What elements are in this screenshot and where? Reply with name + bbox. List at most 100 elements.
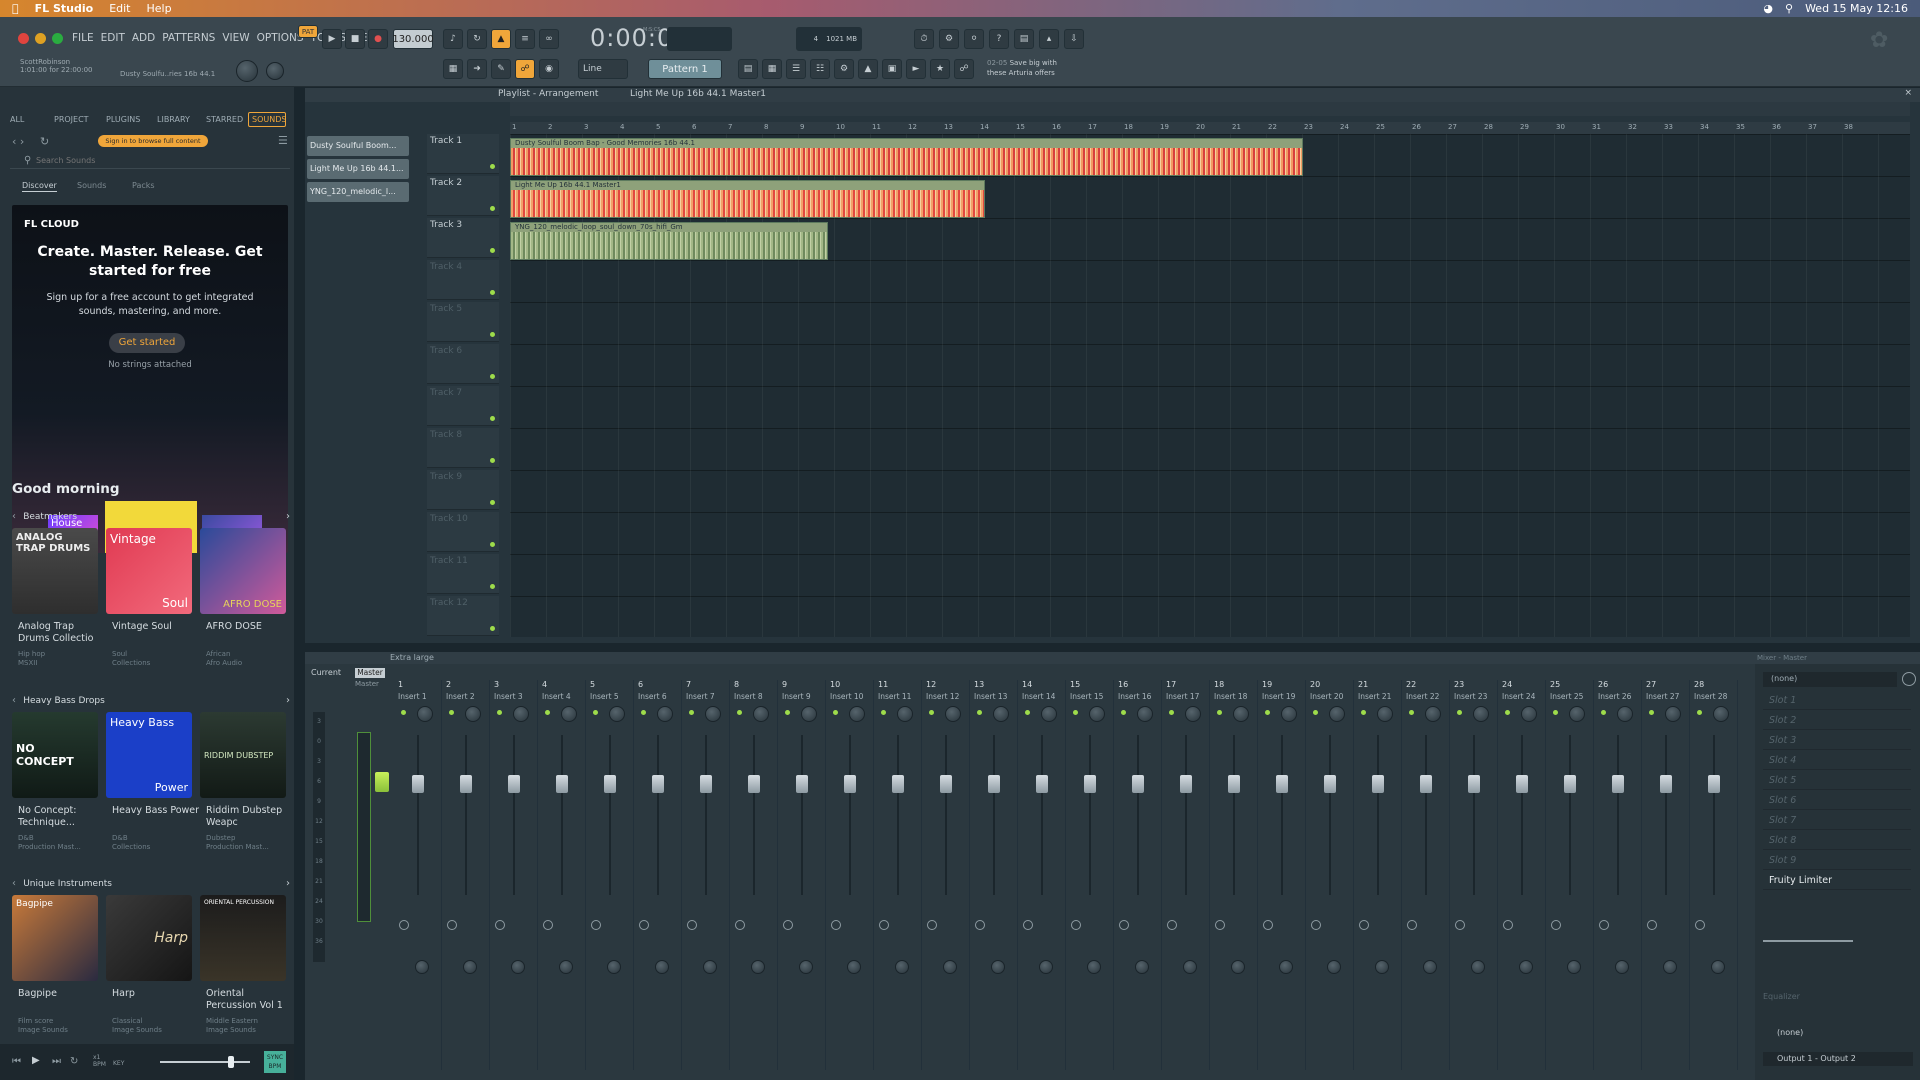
insert-enable-led[interactable] xyxy=(785,710,790,715)
track-header[interactable]: Track 10 xyxy=(427,512,499,552)
volume-fader[interactable] xyxy=(1276,775,1288,793)
stereo-knob[interactable] xyxy=(1663,960,1677,974)
wifi-icon[interactable]: ◕ xyxy=(1763,2,1773,15)
tab-sounds[interactable]: SOUNDS xyxy=(248,112,286,127)
route-icon[interactable] xyxy=(927,920,937,930)
tab-starred[interactable]: STARRED xyxy=(204,115,244,124)
mixer-insert-strip[interactable]: 28 Insert 28 xyxy=(1691,680,1738,1070)
section-header[interactable]: ‹ Beatmakers › xyxy=(12,511,290,522)
signin-banner[interactable]: Sign in to browse full content xyxy=(98,135,208,147)
previous-icon[interactable]: ⏮ xyxy=(12,1056,21,1067)
tab-plugins[interactable]: PLUGINS xyxy=(104,115,151,124)
mixer-view-mode[interactable]: Extra large xyxy=(390,653,434,662)
pan-knob[interactable] xyxy=(609,706,625,722)
bpm-multiplier[interactable]: x1 BPM xyxy=(93,1054,109,1068)
effect-slot[interactable]: Slot 4 xyxy=(1763,752,1911,770)
route-icon[interactable] xyxy=(1167,920,1177,930)
mixer-insert-strip[interactable]: 1 Insert 1 xyxy=(395,680,442,1070)
channel-rack-icon[interactable]: ▦ xyxy=(762,59,782,79)
effect-slot[interactable]: Slot 9 xyxy=(1763,852,1911,870)
insert-enable-led[interactable] xyxy=(1649,710,1654,715)
card-riddim-dubstep[interactable]: RIDDIM DUBSTEP xyxy=(200,712,286,798)
master-label[interactable]: Master xyxy=(355,668,385,678)
mixer-insert-strip[interactable]: 7 Insert 7 xyxy=(683,680,730,1070)
stereo-knob[interactable] xyxy=(607,960,621,974)
loop-icon[interactable]: ↻ xyxy=(70,1056,78,1067)
route-icon[interactable] xyxy=(735,920,745,930)
volume-fader[interactable] xyxy=(1516,775,1528,793)
volume-fader[interactable] xyxy=(1612,775,1624,793)
pan-knob[interactable] xyxy=(1665,706,1681,722)
volume-fader[interactable] xyxy=(1420,775,1432,793)
mixer-insert-strip[interactable]: 23 Insert 23 xyxy=(1451,680,1498,1070)
effect-slot[interactable]: Slot 1 xyxy=(1763,692,1911,710)
close-icon[interactable]: × xyxy=(1904,88,1912,98)
route-icon[interactable] xyxy=(1647,920,1657,930)
stereo-knob[interactable] xyxy=(1615,960,1629,974)
pan-knob[interactable] xyxy=(657,706,673,722)
app-menu[interactable]: FL Studio xyxy=(35,2,94,15)
mixer-insert-strip[interactable]: 16 Insert 16 xyxy=(1115,680,1162,1070)
pan-knob[interactable] xyxy=(1713,706,1729,722)
stereo-knob[interactable] xyxy=(1519,960,1533,974)
route-icon[interactable] xyxy=(1407,920,1417,930)
pan-knob[interactable] xyxy=(1137,706,1153,722)
back-forward-icon[interactable]: ‹ › xyxy=(12,135,24,148)
fruity-limiter-slot[interactable]: Fruity Limiter xyxy=(1763,872,1911,890)
insert-enable-led[interactable] xyxy=(449,710,454,715)
track-header[interactable]: Track 1 xyxy=(427,134,499,174)
stereo-knob[interactable] xyxy=(1423,960,1437,974)
volume-fader[interactable] xyxy=(700,775,712,793)
pan-knob[interactable] xyxy=(897,706,913,722)
countdown-icon[interactable]: ▲ xyxy=(491,29,511,49)
route-icon[interactable] xyxy=(783,920,793,930)
menu-edit[interactable]: EDIT xyxy=(101,32,125,44)
mixer-insert-strip[interactable]: 8 Insert 8 xyxy=(731,680,778,1070)
volume-fader[interactable] xyxy=(748,775,760,793)
record-button[interactable]: ● xyxy=(368,29,388,49)
route-icon[interactable] xyxy=(687,920,697,930)
route-icon[interactable] xyxy=(1503,920,1513,930)
mic-icon[interactable]: ⚪ xyxy=(964,29,984,49)
volume-fader[interactable] xyxy=(940,775,952,793)
sync-bpm-button[interactable]: SYNC BPM xyxy=(264,1051,286,1073)
insert-enable-led[interactable] xyxy=(1697,710,1702,715)
hamburger-icon[interactable]: ☰ xyxy=(278,134,288,147)
volume-fader[interactable] xyxy=(460,775,472,793)
card-heavy-bass[interactable]: Heavy Bass Power xyxy=(106,712,192,798)
audio-clip[interactable]: Light Me Up 16b 44.1 Master1 xyxy=(510,180,985,218)
track-header[interactable]: Track 4 xyxy=(427,260,499,300)
volume-handle[interactable] xyxy=(228,1056,234,1068)
help-icon[interactable]: ? xyxy=(989,29,1009,49)
mixer-insert-strip[interactable]: 25 Insert 25 xyxy=(1547,680,1594,1070)
volume-fader[interactable] xyxy=(1660,775,1672,793)
insert-enable-led[interactable] xyxy=(545,710,550,715)
route-icon[interactable] xyxy=(447,920,457,930)
stop-button[interactable]: ■ xyxy=(345,29,365,49)
volume-fader[interactable] xyxy=(892,775,904,793)
effect-slot[interactable]: Slot 8 xyxy=(1763,832,1911,850)
stereo-knob[interactable] xyxy=(895,960,909,974)
browser-icon[interactable]: ☷ xyxy=(810,59,830,79)
mixer-insert-strip[interactable]: 21 Insert 21 xyxy=(1355,680,1402,1070)
brush-icon[interactable]: ✎ xyxy=(491,59,511,79)
clock[interactable]: Wed 15 May 12:16 xyxy=(1805,2,1908,15)
track-mute-led[interactable] xyxy=(490,374,495,379)
track-header[interactable]: Track 6 xyxy=(427,344,499,384)
arrow-icon[interactable]: ➜ xyxy=(467,59,487,79)
mixer-insert-strip[interactable]: 27 Insert 27 xyxy=(1643,680,1690,1070)
chevron-left-icon[interactable]: ‹ xyxy=(12,695,16,706)
volume-fader[interactable] xyxy=(1564,775,1576,793)
route-icon[interactable] xyxy=(879,920,889,930)
pan-knob[interactable] xyxy=(849,706,865,722)
input-select[interactable]: (none) xyxy=(1763,672,1897,687)
card-analog-trap[interactable]: ANALOG TRAP DRUMS xyxy=(12,528,98,614)
pat-song-toggle[interactable]: PAT xyxy=(298,25,318,38)
mixer-insert-strip[interactable]: 22 Insert 22 xyxy=(1403,680,1450,1070)
search-icon[interactable]: ⚲ xyxy=(1785,2,1793,15)
track-mute-led[interactable] xyxy=(490,500,495,505)
effect-slot[interactable]: Slot 5 xyxy=(1763,772,1911,790)
effect-slot[interactable]: Slot 6 xyxy=(1763,792,1911,810)
insert-enable-led[interactable] xyxy=(1025,710,1030,715)
wait-input-icon[interactable]: ↻ xyxy=(467,29,487,49)
